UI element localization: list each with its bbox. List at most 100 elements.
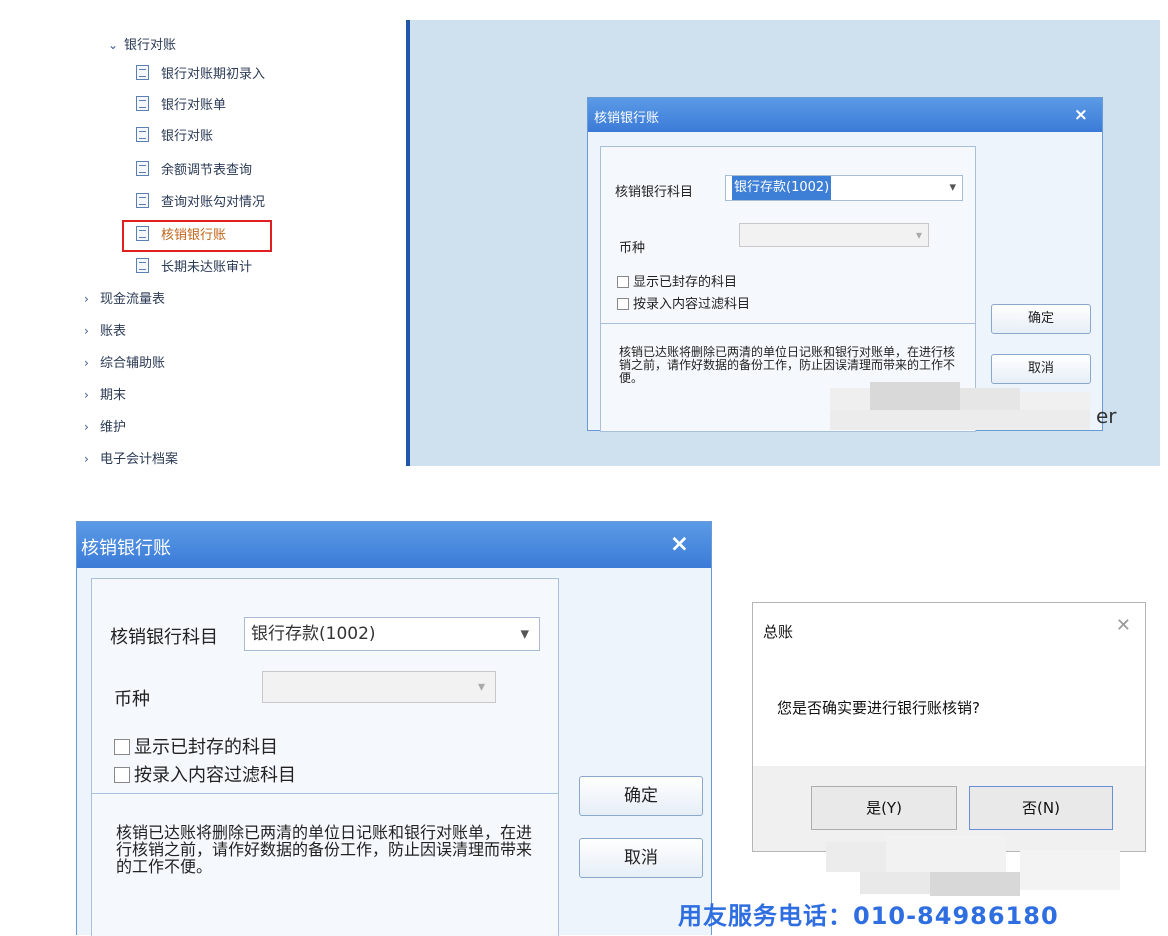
account-select[interactable]: 银行存款(1002) ▾	[725, 175, 963, 201]
tree-item-label: 查询对账勾对情况	[161, 195, 266, 210]
blurred-region	[930, 872, 1020, 896]
document-icon	[136, 96, 149, 111]
close-icon[interactable]: ×	[670, 531, 689, 557]
account-label: 核销银行科目	[615, 185, 694, 200]
chevron-right-icon: ›	[84, 420, 89, 434]
tree-group-bank-reconciliation[interactable]: ⌄ 银行对账	[108, 34, 176, 56]
blurred-region	[860, 872, 930, 894]
tree-item-label: 余额调节表查询	[161, 163, 253, 178]
document-icon	[136, 161, 149, 176]
chevron-down-icon: ⌄	[108, 38, 119, 52]
warning-note: 核销已达账将删除已两清的单位日记账和银行对账单，在进行核销之前，请作好数据的备份…	[619, 345, 956, 385]
document-icon	[136, 65, 149, 80]
dialog-title-bar: 核销银行账 ×	[588, 98, 1102, 132]
show-sealed-checkbox[interactable]: 显示已封存的科目	[617, 271, 737, 290]
dialog-title: 核销银行账	[594, 111, 660, 126]
chevron-down-icon: ▾	[520, 624, 529, 644]
writeoff-dialog-large: 核销银行账 × 核销银行科目 银行存款(1002) ▾ 币种 ▾ 显示已封存的科…	[76, 521, 712, 936]
account-select-value: 银行存款(1002)	[251, 624, 376, 644]
note-panel: 核销已达账将删除已两清的单位日记账和银行对账单，在进行核销之前，请作好数据的备份…	[91, 794, 559, 936]
currency-label: 币种	[619, 241, 646, 256]
currency-label: 币种	[114, 689, 150, 710]
checkbox-label: 显示已封存的科目	[134, 737, 278, 758]
tree-item-label: 银行对账期初录入	[161, 67, 266, 82]
tree-item[interactable]: 查询对账勾对情况	[136, 192, 265, 214]
document-icon	[136, 193, 149, 208]
tree-section[interactable]: › 电子会计档案	[84, 448, 178, 466]
filter-by-input-checkbox[interactable]: 按录入内容过滤科目	[617, 293, 750, 312]
document-icon	[136, 258, 149, 273]
ok-button[interactable]: 确定	[991, 304, 1091, 334]
tree-section-label: 电子会计档案	[100, 452, 179, 466]
navigation-tree: ⌄ 银行对账 银行对账期初录入 银行对账单 银行对账 余额调节表查询 查询对账勾对…	[52, 20, 406, 466]
show-sealed-checkbox[interactable]: 显示已封存的科目	[114, 733, 278, 759]
tree-section[interactable]: › 期末	[84, 384, 126, 406]
tree-section[interactable]: › 账表	[84, 320, 126, 342]
options-panel: 核销银行科目 银行存款(1002) ▾ 币种 ▾ 显示已封存的科目 按录入内容过…	[91, 578, 559, 794]
dialog-title: 核销银行账	[81, 538, 171, 559]
chevron-right-icon: ›	[84, 452, 89, 466]
tree-item[interactable]: 银行对账	[136, 126, 213, 148]
currency-select[interactable]: ▾	[262, 671, 496, 703]
yes-button[interactable]: 是(Y)	[811, 786, 957, 830]
tree-item[interactable]: 余额调节表查询	[136, 160, 252, 182]
chevron-down-icon: ▾	[915, 228, 922, 242]
chevron-right-icon: ›	[84, 388, 89, 402]
blurred-region	[960, 388, 1020, 410]
tree-item-label: 长期未达账审计	[161, 260, 253, 275]
tree-group-label: 银行对账	[124, 38, 177, 53]
checkbox-label: 按录入内容过滤科目	[134, 765, 296, 786]
writeoff-dialog-small: 核销银行账 × 核销银行科目 银行存款(1002) ▾ 币种 ▾ 显示已封存的科…	[587, 97, 1103, 432]
account-select[interactable]: 银行存款(1002) ▾	[244, 617, 540, 651]
cancel-button[interactable]: 取消	[991, 354, 1091, 384]
tree-section-label: 期末	[100, 388, 127, 403]
blurred-region	[826, 842, 886, 872]
partial-text: er	[1096, 404, 1117, 428]
close-icon[interactable]: ✕	[1116, 615, 1131, 636]
chevron-down-icon: ▾	[949, 180, 956, 195]
document-icon	[136, 127, 149, 142]
close-icon[interactable]: ×	[1074, 105, 1088, 125]
tree-section[interactable]: › 现金流量表	[84, 288, 165, 310]
currency-select[interactable]: ▾	[739, 223, 929, 247]
tree-item[interactable]: 银行对账期初录入	[136, 64, 265, 86]
tree-section[interactable]: › 综合辅助账	[84, 352, 165, 374]
blurred-region	[830, 388, 870, 410]
no-button[interactable]: 否(N)	[969, 786, 1113, 830]
blurred-region	[1020, 392, 1090, 410]
confirm-dialog: 总账 ✕ 您是否确实要进行银行账核销? 是(Y) 否(N)	[752, 602, 1146, 852]
checkbox-icon[interactable]	[114, 767, 130, 783]
blurred-region	[1020, 850, 1120, 890]
account-label: 核销银行科目	[110, 627, 218, 648]
chevron-down-icon: ▾	[477, 679, 485, 695]
tree-item-label: 银行对账	[161, 129, 214, 144]
tree-section-label: 维护	[100, 420, 127, 435]
checkbox-icon[interactable]	[617, 298, 629, 310]
tree-section-label: 账表	[100, 324, 127, 339]
tree-section[interactable]: › 维护	[84, 416, 126, 438]
account-select-value: 银行存款(1002)	[732, 176, 832, 200]
checkbox-label: 按录入内容过滤科目	[633, 297, 751, 312]
service-phone-caption: 用友服务电话：010-84986180	[678, 902, 1059, 930]
checkbox-icon[interactable]	[617, 276, 629, 288]
dialog-title-bar: 核销银行账 ×	[77, 522, 711, 568]
checkbox-label: 显示已封存的科目	[633, 275, 738, 290]
tree-section-label: 综合辅助账	[100, 356, 166, 371]
cancel-button[interactable]: 取消	[579, 838, 703, 878]
tree-item[interactable]: 银行对账单	[136, 95, 226, 117]
top-screenshot: ⌄ 银行对账 银行对账期初录入 银行对账单 银行对账 余额调节表查询 查询对账勾对…	[52, 20, 1160, 466]
tree-item-label: 银行对账单	[161, 98, 227, 113]
warning-note: 核销已达账将删除已两清的单位日记账和银行对账单，在进行核销之前，请作好数据的备份…	[116, 823, 533, 876]
blurred-region	[886, 836, 1006, 872]
options-panel: 核销银行科目 银行存款(1002) ▾ 币种 ▾ 显示已封存的科目 按录入内容过…	[600, 146, 976, 324]
chevron-right-icon: ›	[84, 292, 89, 306]
chevron-right-icon: ›	[84, 324, 89, 338]
filter-by-input-checkbox[interactable]: 按录入内容过滤科目	[114, 761, 296, 787]
tree-item[interactable]: 长期未达账审计	[136, 257, 252, 279]
ok-button[interactable]: 确定	[579, 776, 703, 816]
blurred-region	[830, 410, 1090, 430]
tree-section-label: 现金流量表	[100, 292, 166, 307]
highlight-frame	[122, 220, 272, 252]
blurred-region	[870, 382, 960, 410]
checkbox-icon[interactable]	[114, 739, 130, 755]
